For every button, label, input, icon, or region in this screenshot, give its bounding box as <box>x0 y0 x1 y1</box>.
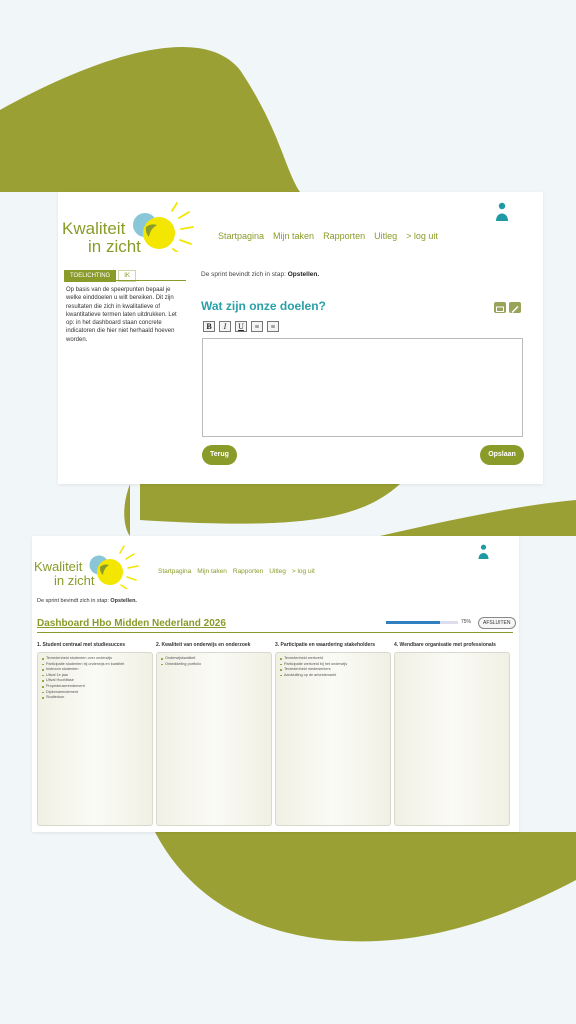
column-box: Onderwijskwaliteit Ontwikkeling portfolio <box>156 652 272 826</box>
indicator-item[interactable]: Studieduur <box>42 695 148 701</box>
logo-text: Kwaliteit in zicht <box>62 219 141 256</box>
dashboard-title: Dashboard Hbo Midden Nederland 2026 <box>37 618 226 629</box>
indicator-item[interactable]: Ontwikkeling portfolio <box>161 662 267 668</box>
column-2: 2. Kwaliteit van onderwijs en onderzoek … <box>156 642 272 826</box>
dashboard-screen-card: Kwaliteit in zicht Startpagina Mijn take… <box>32 536 519 832</box>
nav-rapporten[interactable]: Rapporten <box>323 231 365 241</box>
editor-toolbar: B I U ≡ ≡ <box>203 321 279 332</box>
column-1: 1. Student centraal met studiesucces Tev… <box>37 642 153 826</box>
goals-editor[interactable] <box>202 338 523 437</box>
nav-mijn-taken[interactable]: Mijn taken <box>197 568 227 575</box>
column-title: 3. Participatie en waardering stakeholde… <box>275 642 376 648</box>
column-title: 2. Kwaliteit van onderwijs en onderzoek <box>156 642 251 648</box>
column-title: 1. Student centraal met studiesucces <box>37 642 126 648</box>
comment-icon[interactable] <box>494 302 506 313</box>
back-button[interactable]: Terug <box>202 445 237 465</box>
sprint-status: De sprint bevindt zich in stap: Opstelle… <box>37 598 137 604</box>
column-box <box>394 652 510 826</box>
progress-label: 75% <box>461 619 472 625</box>
nav-startpagina[interactable]: Startpagina <box>158 568 191 575</box>
user-icon[interactable] <box>495 202 509 222</box>
save-button[interactable]: Opslaan <box>480 445 524 465</box>
column-box: Tevredenheid werkveld Participatie werkve… <box>275 652 391 826</box>
nav-startpagina[interactable]: Startpagina <box>218 231 264 241</box>
logo[interactable]: Kwaliteit in zicht <box>62 202 202 255</box>
main-nav: Startpagina Mijn taken Rapporten Uitleg … <box>158 568 315 575</box>
nav-uitleg[interactable]: Uitleg <box>374 231 397 241</box>
main-nav: Startpagina Mijn taken Rapporten Uitleg … <box>218 231 438 241</box>
nav-log-uit[interactable]: > log uit <box>292 568 315 575</box>
progress-bar <box>386 621 458 624</box>
page-title: Wat zijn onze doelen? <box>201 299 326 313</box>
tabs-divider <box>64 280 186 281</box>
goals-screen-card: Kwaliteit in zicht Startpagina Mijn take… <box>58 192 543 484</box>
indicator-list: Onderwijskwaliteit Ontwikkeling portfolio <box>161 656 267 667</box>
close-button[interactable]: AFSLUITEN <box>478 617 516 629</box>
logo[interactable]: Kwaliteit in zicht <box>34 545 144 589</box>
indicator-item[interactable]: Aansluiting op de arbeidsmarkt <box>280 673 386 679</box>
nav-uitleg[interactable]: Uitleg <box>269 568 286 575</box>
italic-button[interactable]: I <box>219 321 231 332</box>
background-blob <box>0 47 576 942</box>
progress-fill <box>386 621 440 624</box>
sprint-status: De sprint bevindt zich in stap: Opstelle… <box>201 271 320 278</box>
indicator-list: Tevredenheid werkveld Participatie werkve… <box>280 656 386 678</box>
indicator-list: Tevredenheid studenten over onderwijs Par… <box>42 656 148 701</box>
title-actions <box>494 302 521 314</box>
nav-mijn-taken[interactable]: Mijn taken <box>273 231 314 241</box>
column-4: 4. Wendbare organisatie met professional… <box>394 642 510 826</box>
logo-text: Kwaliteit in zicht <box>34 559 95 588</box>
numbered-list-button[interactable]: ≡ <box>267 321 279 332</box>
nav-log-uit[interactable]: > log uit <box>406 231 438 241</box>
user-icon[interactable] <box>478 544 489 560</box>
nav-rapporten[interactable]: Rapporten <box>233 568 263 575</box>
explanation-text: Op basis van de speerpunten bepaal je we… <box>66 287 177 343</box>
bold-button[interactable]: B <box>203 321 215 332</box>
bullet-list-button[interactable]: ≡ <box>251 321 263 332</box>
column-3: 3. Participatie en waardering stakeholde… <box>275 642 391 826</box>
pencil-icon[interactable] <box>509 302 521 314</box>
column-title: 4. Wendbare organisatie met professional… <box>394 642 496 648</box>
title-divider <box>37 632 513 633</box>
underline-button[interactable]: U <box>235 321 247 332</box>
column-box: Tevredenheid studenten over onderwijs Par… <box>37 652 153 826</box>
